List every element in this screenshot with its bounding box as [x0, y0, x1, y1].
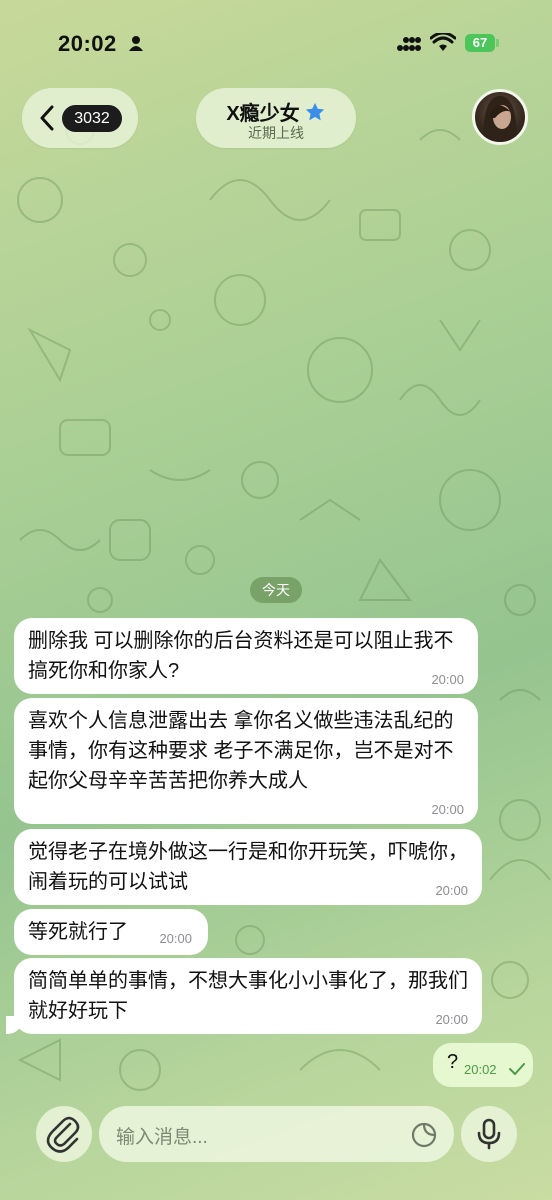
chat-title-button[interactable]: X瘾少女 近期上线 — [196, 88, 356, 148]
person-icon — [129, 36, 143, 51]
status-bar: 20:02 67 — [0, 0, 552, 90]
contact-avatar[interactable] — [472, 89, 528, 145]
message-input[interactable]: 输入消息... — [99, 1106, 454, 1162]
chat-title: X瘾少女 — [196, 97, 356, 126]
message-time: 20:00 — [431, 672, 464, 687]
cellular-signal-icon — [397, 37, 421, 51]
message-text: 简简单单的事情，不想大事化小小事化了，那我们就好好玩下 — [28, 970, 468, 1022]
message-bubble[interactable]: 觉得老子在境外做这一行是和你开玩笑，吓唬你，闹着玩的可以试试 20:00 — [14, 829, 482, 905]
last-seen-status: 近期上线 — [248, 125, 304, 141]
message-bubble[interactable]: 删除我 可以删除你的后台资料还是可以阻止我不搞死你和你家人? 20:00 — [14, 618, 478, 694]
voice-record-button[interactable] — [461, 1106, 517, 1162]
battery-level: 67 — [472, 35, 488, 50]
date-separator: 今天 — [250, 577, 302, 603]
message-time: 20:00 — [435, 883, 468, 898]
wifi-icon — [430, 33, 456, 51]
microphone-icon — [477, 1118, 501, 1150]
battery-indicator: 67 — [465, 34, 495, 52]
message-bubble[interactable]: 喜欢个人信息泄露出去 拿你名义做些违法乱纪的事情，你有这种要求 老子不满足你，岂… — [14, 698, 478, 824]
message-text: ? — [447, 1051, 459, 1073]
chevron-left-icon — [40, 105, 54, 131]
paperclip-icon — [46, 1116, 80, 1153]
outgoing-message-bubble[interactable]: ? 20:02 — [433, 1043, 533, 1087]
message-text: 觉得老子在境外做这一行是和你开玩笑，吓唬你，闹着玩的可以试试 — [28, 841, 468, 893]
message-bubble[interactable]: 简简单单的事情，不想大事化小小事化了，那我们就好好玩下 20:00 — [6, 958, 482, 1034]
unread-count-badge: 3032 — [62, 105, 122, 132]
delivered-check-icon — [509, 1063, 525, 1075]
message-time: 20:00 — [159, 931, 192, 946]
sticker-icon[interactable] — [411, 1122, 437, 1148]
status-time: 20:02 — [58, 31, 117, 56]
avatar-photo — [483, 96, 517, 142]
back-button[interactable]: 3032 — [22, 88, 138, 148]
contact-name: X瘾少女 — [226, 103, 300, 125]
attach-button[interactable] — [36, 1106, 92, 1162]
message-text: 喜欢个人信息泄露出去 拿你名义做些违法乱纪的事情，你有这种要求 老子不满足你，岂… — [28, 710, 454, 792]
message-time: 20:00 — [435, 1012, 468, 1027]
message-input-placeholder: 输入消息... — [116, 1127, 208, 1148]
battery-cap — [496, 39, 499, 47]
message-bubble[interactable]: 等死就行了 20:00 — [14, 909, 208, 955]
message-time: 20:02 — [464, 1062, 497, 1077]
message-text: 删除我 可以删除你的后台资料还是可以阻止我不搞死你和你家人? — [28, 630, 454, 682]
star-icon — [305, 102, 324, 121]
message-time: 20:00 — [431, 802, 464, 817]
